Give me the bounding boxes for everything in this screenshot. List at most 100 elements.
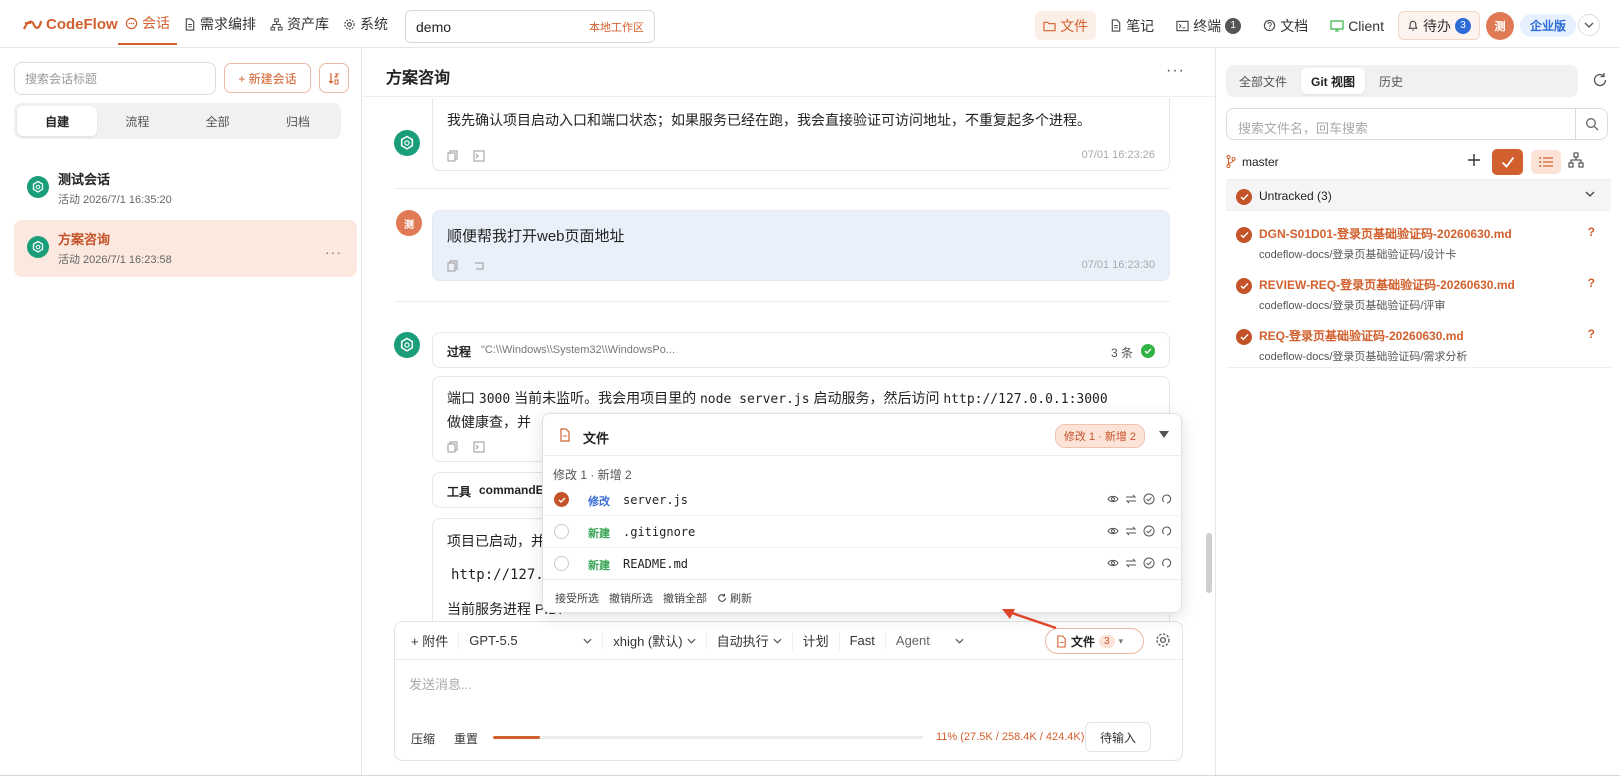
session-item[interactable]: 测试会话 活动 2026/7/1 16:35:20 — [14, 160, 357, 217]
revert-icon[interactable] — [1161, 525, 1173, 537]
diff-icon[interactable] — [1125, 493, 1137, 505]
nav-chat[interactable]: 会话 — [118, 3, 177, 45]
files-button[interactable]: 文件 — [1035, 11, 1097, 40]
new-session-button[interactable]: + 新建会话 — [224, 63, 311, 93]
main-nav: 会话 需求编排 资产库 系统 — [118, 0, 395, 48]
nav-system[interactable]: 系统 — [336, 0, 395, 48]
copy-icon[interactable] — [447, 441, 459, 453]
model-select[interactable]: GPT-5.5 — [459, 631, 604, 650]
nav-requirements[interactable]: 需求编排 — [177, 0, 263, 48]
eye-icon[interactable] — [1107, 493, 1119, 505]
tab-history[interactable]: 历史 — [1369, 68, 1413, 94]
list-view-toggle[interactable] — [1531, 150, 1561, 174]
folder-icon — [1043, 21, 1056, 31]
settings-gear-icon[interactable] — [1155, 632, 1171, 648]
file-search-input[interactable]: 搜索文件名，回车搜索 — [1226, 108, 1608, 140]
session-title: 测试会话 — [58, 172, 111, 187]
file-checkbox[interactable] — [1236, 278, 1252, 294]
client-button[interactable]: Client — [1322, 11, 1392, 40]
app-logo[interactable]: CodeFlow — [22, 16, 118, 33]
tab-all[interactable]: 全部 — [178, 106, 258, 136]
plus-icon[interactable] — [1466, 152, 1482, 168]
revert-all-button[interactable]: 撤销全部 — [663, 590, 707, 606]
accept-icon[interactable] — [1143, 557, 1155, 569]
file-row[interactable]: 修改 server.js — [543, 484, 1183, 516]
tab-self-built[interactable]: 自建 — [17, 106, 98, 136]
commit-button[interactable] — [1492, 149, 1523, 175]
reply-text: 启动服务，然后访问 — [809, 390, 944, 406]
bell-icon — [1408, 20, 1418, 31]
attach-button[interactable]: + 附件 — [409, 631, 460, 650]
file-checkbox[interactable] — [1236, 227, 1252, 243]
diff-icon[interactable] — [1125, 557, 1137, 569]
tab-archive[interactable]: 归档 — [258, 106, 338, 136]
eye-icon[interactable] — [1107, 557, 1119, 569]
tab-flow[interactable]: 流程 — [97, 106, 177, 136]
untracked-group[interactable]: Untracked (3) — [1226, 179, 1611, 211]
queue-button[interactable]: 待输入 — [1085, 722, 1151, 752]
chat-scrollbar[interactable] — [1206, 533, 1212, 593]
file-checkbox[interactable] — [554, 556, 569, 571]
process-block[interactable]: 过程 "C:\\Windows\\System32\\WindowsPo... … — [432, 332, 1170, 368]
branch-name[interactable]: master — [1242, 155, 1279, 169]
git-file-item[interactable]: DGN-S01D01-登录页基础验证码-20260630.md codeflow… — [1226, 216, 1611, 266]
file-checkbox[interactable] — [1236, 329, 1252, 345]
logo-icon — [22, 20, 42, 29]
accept-selected-button[interactable]: 接受所选 — [555, 590, 599, 606]
message-input[interactable]: 发送消息... — [409, 674, 472, 693]
notes-button[interactable]: 笔记 — [1102, 11, 1162, 40]
revert-icon[interactable] — [1161, 557, 1173, 569]
reset-button[interactable]: 重置 — [454, 730, 478, 747]
refresh-button[interactable]: 刷新 — [717, 590, 752, 606]
revert-icon[interactable] — [1161, 493, 1173, 505]
file-row[interactable]: 新建 README.md — [543, 548, 1183, 580]
file-changes-chip[interactable]: 文件 3 ▾ — [1045, 628, 1144, 654]
sitemap-icon — [270, 17, 283, 31]
workspace-selector[interactable]: demo 本地工作区 — [405, 10, 655, 43]
session-search-input[interactable]: 搜索会话标题 — [14, 62, 216, 95]
triangle-down-icon[interactable] — [1159, 431, 1169, 438]
eye-icon[interactable] — [1107, 525, 1119, 537]
group-checkbox[interactable] — [1236, 189, 1252, 205]
file-checkbox[interactable] — [554, 524, 569, 539]
mode-select[interactable]: 自动执行 — [707, 631, 793, 650]
git-file-item[interactable]: REVIEW-REQ-登录页基础验证码-20260630.md codeflow… — [1226, 267, 1611, 317]
account-menu-toggle[interactable] — [1578, 14, 1600, 36]
agent-select[interactable]: Agent — [886, 632, 974, 650]
terminal-icon[interactable] — [473, 150, 485, 162]
file-row[interactable]: 新建 .gitignore — [543, 516, 1183, 548]
plan-toggle[interactable]: 计划 — [793, 631, 840, 650]
nav-assets[interactable]: 资产库 — [263, 0, 336, 48]
search-button[interactable] — [1575, 109, 1607, 139]
user-avatar[interactable]: 测 — [1485, 11, 1514, 40]
session-subtitle: 活动 2026/7/1 16:35:20 — [58, 194, 172, 206]
copy-icon[interactable] — [447, 260, 459, 272]
sort-button[interactable] — [319, 63, 349, 93]
session-more-button[interactable]: ··· — [325, 244, 342, 260]
annotation-arrow-icon — [1002, 609, 1057, 630]
terminal-button[interactable]: 终端 1 — [1168, 11, 1249, 40]
accept-icon[interactable] — [1143, 493, 1155, 505]
client-label: Client — [1348, 17, 1384, 34]
fast-toggle[interactable]: Fast — [840, 631, 886, 650]
chat-more-button[interactable]: ··· — [1166, 62, 1185, 80]
file-checkbox[interactable] — [554, 492, 569, 507]
reasoning-select[interactable]: xhigh (默认) — [603, 631, 707, 650]
revert-selected-button[interactable]: 撤销所选 — [609, 590, 653, 606]
tree-view-icon[interactable] — [1568, 152, 1584, 168]
git-file-item[interactable]: REQ-登录页基础验证码-20260630.md codeflow-docs/登… — [1226, 318, 1611, 368]
copy-icon[interactable] — [447, 150, 459, 162]
accept-icon[interactable] — [1143, 525, 1155, 537]
compress-button[interactable]: 压缩 — [411, 730, 435, 747]
tab-all-files[interactable]: 全部文件 — [1229, 68, 1297, 94]
reply-icon[interactable] — [473, 260, 485, 272]
final-line-2: http://127.0 — [451, 567, 553, 583]
tab-git-view[interactable]: Git 视图 — [1301, 68, 1366, 94]
todo-button[interactable]: 待办 3 — [1397, 11, 1480, 40]
refresh-icon[interactable] — [1592, 72, 1608, 88]
terminal-icon[interactable] — [473, 441, 485, 453]
diff-icon[interactable] — [1125, 525, 1137, 537]
session-item-active[interactable]: 方案咨询 活动 2026/7/1 16:23:58 ··· — [14, 220, 357, 277]
docs-button[interactable]: 文档 — [1255, 11, 1316, 40]
chevron-down-icon[interactable] — [1585, 191, 1595, 197]
